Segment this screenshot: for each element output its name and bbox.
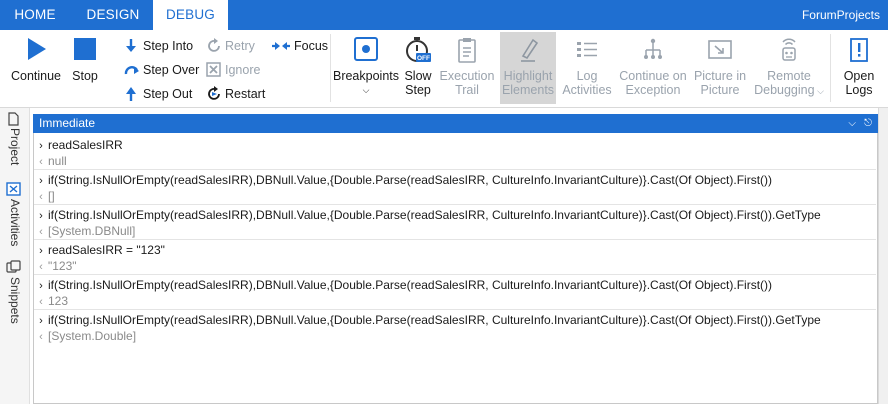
stop-button[interactable]: Stop: [68, 36, 102, 92]
expression-input: if(String.IsNullOrEmpty(readSalesIRR),DB…: [48, 208, 821, 222]
output-chevron-icon: ‹: [39, 261, 43, 273]
chevron-down-icon: ⌵: [814, 86, 824, 96]
pin-icon[interactable]: ⎋: [864, 114, 872, 133]
picture-in-picture-button[interactable]: Picture in Picture: [692, 36, 748, 102]
expression-result: [System.DBNull]: [48, 224, 136, 238]
input-chevron-icon: ›: [39, 280, 43, 292]
sidebar-tab-activities[interactable]: Activities: [4, 182, 26, 256]
expression-result: null: [48, 154, 67, 168]
expression-input: if(String.IsNullOrEmpty(readSalesIRR),DB…: [48, 313, 821, 327]
tab-debug[interactable]: DEBUG: [153, 0, 228, 30]
slow-step-button[interactable]: OFF Slow Step: [400, 36, 436, 102]
step-into-button[interactable]: Step Into: [124, 36, 202, 56]
slow-step-badge: OFF: [417, 55, 430, 62]
list-item: › readSalesIRR = "123" ‹ "123": [34, 240, 876, 275]
ribbon-tab-bar: HOME DESIGN DEBUG ForumProjects: [0, 0, 888, 30]
breakpoints-button[interactable]: Breakpoints ⌵: [332, 36, 400, 102]
input-chevron-icon: ›: [39, 245, 43, 257]
ribbon-separator: [830, 34, 831, 102]
remote-debugging-button[interactable]: Remote Debugging ⌵: [752, 36, 826, 102]
retry-button[interactable]: Retry: [206, 36, 262, 56]
input-chevron-icon: ›: [39, 315, 43, 327]
picture-in-picture-icon: [708, 40, 732, 59]
ignore-button[interactable]: Ignore: [206, 60, 268, 80]
robot-broadcast-icon: [782, 38, 796, 61]
flow-icon: [644, 38, 662, 59]
ribbon-separator: [330, 34, 331, 102]
list-item: › if(String.IsNullOrEmpty(readSalesIRR),D…: [34, 170, 876, 205]
step-into-icon: [126, 39, 136, 52]
step-out-button[interactable]: Step Out: [124, 84, 202, 104]
list-item: › readSalesIRR ‹ null: [34, 135, 876, 170]
panel-menu-chevron-icon[interactable]: ⌵: [848, 114, 856, 133]
highlight-elements-button[interactable]: Highlight Elements: [500, 32, 556, 104]
list-item: › if(String.IsNullOrEmpty(readSalesIRR),D…: [34, 275, 876, 310]
list-item: › if(String.IsNullOrEmpty(readSalesIRR),D…: [34, 205, 876, 240]
output-chevron-icon: ‹: [39, 331, 43, 343]
expression-input: readSalesIRR: [48, 138, 123, 152]
open-logs-button[interactable]: Open Logs: [836, 36, 882, 102]
expression-input: readSalesIRR = "123": [48, 243, 165, 257]
stop-icon: [74, 38, 96, 60]
immediate-panel-header: Immediate ⌵ ⎋: [33, 114, 878, 133]
stopwatch-icon: OFF: [406, 37, 431, 62]
output-chevron-icon: ‹: [39, 156, 43, 168]
step-over-button[interactable]: Step Over: [124, 60, 202, 80]
snippets-icon: [6, 260, 21, 273]
expression-result: []: [48, 189, 55, 203]
input-chevron-icon: ›: [39, 175, 43, 187]
activities-icon: [6, 182, 21, 196]
clipboard-icon: [458, 38, 476, 63]
output-chevron-icon: ‹: [39, 296, 43, 308]
document-icon: [8, 112, 19, 126]
input-chevron-icon: ›: [39, 210, 43, 222]
tab-design[interactable]: DESIGN: [76, 0, 150, 30]
focus-button[interactable]: Focus: [272, 36, 328, 56]
side-panel-tabs: Project Activities Snippets: [0, 108, 30, 404]
restart-button[interactable]: Restart: [206, 84, 268, 104]
tab-home[interactable]: HOME: [0, 0, 70, 30]
focus-icon: [272, 42, 290, 50]
debug-ribbon: Continue Stop Step Into Step Over Step O…: [0, 30, 888, 108]
expression-input: if(String.IsNullOrEmpty(readSalesIRR),DB…: [48, 278, 773, 292]
continue-button[interactable]: Continue: [6, 36, 66, 92]
panel-title: Immediate: [39, 116, 96, 130]
project-name: ForumProjects: [801, 8, 880, 22]
expression-result: "123": [48, 259, 77, 273]
list-icon: [577, 42, 597, 57]
log-activities-button[interactable]: Log Activities: [560, 36, 614, 102]
step-out-icon: [126, 87, 136, 101]
immediate-output[interactable]: › readSalesIRR ‹ null › if(String.IsNullOrE…: [34, 135, 876, 345]
breakpoint-icon: [354, 37, 378, 61]
output-chevron-icon: ‹: [39, 226, 43, 238]
play-icon: [28, 38, 46, 60]
retry-icon: [208, 38, 220, 52]
expression-input: if(String.IsNullOrEmpty(readSalesIRR),DB…: [48, 173, 773, 187]
restart-icon: [208, 86, 220, 100]
step-over-icon: [124, 66, 139, 75]
output-chevron-icon: ‹: [39, 191, 43, 203]
input-chevron-icon: ›: [39, 140, 43, 152]
log-file-icon: [850, 38, 868, 62]
chevron-down-icon: ⌵: [362, 85, 370, 95]
right-dock-strip: [878, 108, 888, 404]
sidebar-tab-snippets[interactable]: Snippets: [4, 260, 26, 330]
expression-result: 123: [48, 294, 69, 308]
highlighter-icon: [521, 38, 539, 62]
list-item: › if(String.IsNullOrEmpty(readSalesIRR),D…: [34, 310, 876, 345]
ignore-icon: [206, 62, 221, 77]
expression-result: [System.Double]: [48, 329, 137, 343]
execution-trail-button[interactable]: Execution Trail: [438, 36, 496, 102]
continue-on-exception-button[interactable]: Continue on Exception: [616, 36, 690, 102]
sidebar-tab-project[interactable]: Project: [4, 112, 26, 178]
